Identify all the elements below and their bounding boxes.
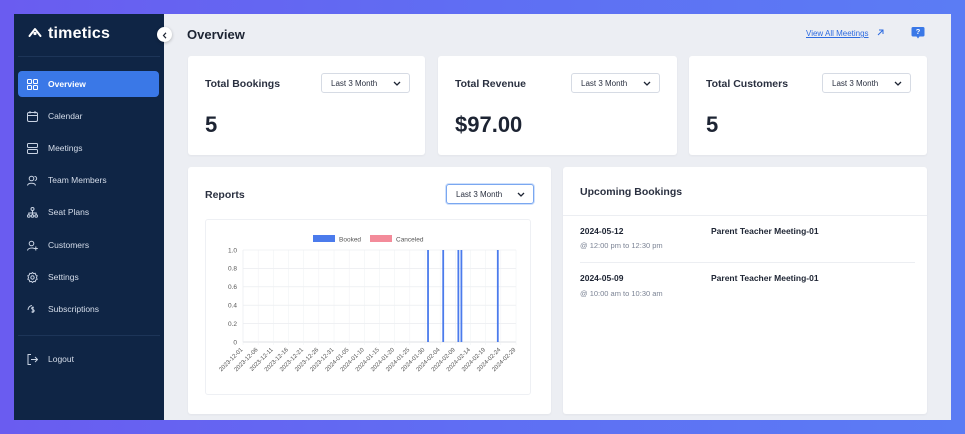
sidebar-item-seat-plans[interactable]: Seat Plans [18, 199, 159, 225]
select-value: Last 3 Month [456, 189, 503, 199]
view-all-label: View All Meetings [806, 29, 869, 38]
main-content: Overview View All Meetings ? Total Booki… [164, 14, 951, 420]
booking-time: @ 10:00 am to 10:30 am [580, 289, 663, 298]
logout-icon [27, 353, 38, 365]
date-range-select[interactable]: Last 3 Month [571, 73, 660, 93]
sidebar-item-meetings[interactable]: Meetings [18, 135, 159, 161]
booking-date: 2024-05-12 [580, 226, 624, 236]
sidebar: timetics Overview Calendar Meetings Team… [14, 14, 164, 420]
stat-title: Total Revenue [455, 78, 526, 90]
sidebar-item-settings[interactable]: Settings [18, 264, 159, 290]
reports-title: Reports [205, 189, 245, 201]
sidebar-item-label: Team Members [48, 175, 107, 185]
grid-icon [27, 78, 38, 90]
sidebar-item-subscriptions[interactable]: Subscriptions [18, 296, 159, 322]
chevron-down-icon [393, 79, 401, 88]
chevron-left-icon [162, 26, 168, 44]
booking-name: Parent Teacher Meeting-01 [711, 273, 819, 283]
y-tick-label: 1.0 [228, 247, 237, 254]
upcoming-title: Upcoming Bookings [580, 186, 683, 198]
calendar-icon [27, 110, 38, 122]
brand[interactable]: timetics [28, 25, 110, 43]
booking-name: Parent Teacher Meeting-01 [711, 226, 819, 236]
date-range-select[interactable]: Last 3 Month [822, 73, 911, 93]
reports-card: Reports Last 3 Month Booked Canceled 0 0.2 0… [188, 167, 551, 414]
legend-label: Canceled [396, 237, 424, 244]
logo-icon [28, 25, 42, 43]
booking-time: @ 12:00 pm to 12:30 pm [580, 241, 663, 250]
y-tick-label: 0.8 [228, 266, 237, 273]
sidebar-item-label: Settings [48, 272, 79, 282]
chevron-down-icon [517, 190, 525, 199]
sidebar-divider [18, 335, 160, 336]
select-value: Last 3 Month [832, 78, 879, 88]
stat-title: Total Bookings [205, 78, 281, 90]
help-label: ? [915, 27, 921, 36]
stat-title: Total Customers [706, 78, 789, 90]
select-value: Last 3 Month [581, 78, 628, 88]
y-tick-label: 0.2 [228, 321, 237, 328]
help-button[interactable]: ? [911, 26, 925, 40]
booking-date: 2024-05-09 [580, 273, 624, 283]
upcoming-bookings-card: Upcoming Bookings 2024-05-12 @ 12:00 pm … [563, 167, 927, 414]
sidebar-collapse-button[interactable] [157, 27, 172, 42]
seat-plan-icon [27, 206, 38, 218]
customers-icon [27, 240, 38, 251]
reports-date-range-select[interactable]: Last 3 Month [446, 184, 534, 204]
stat-card-total-bookings: Total Bookings Last 3 Month 5 [188, 56, 425, 155]
sidebar-item-label: Meetings [48, 143, 83, 153]
team-icon [27, 175, 38, 186]
sidebar-item-team-members[interactable]: Team Members [18, 167, 159, 193]
bookings-chart-svg: Booked Canceled00.20.40.60.81.02023-12-01… [218, 235, 518, 373]
app-frame: timetics Overview Calendar Meetings Team… [14, 14, 951, 420]
meetings-icon [27, 142, 38, 154]
sidebar-item-calendar[interactable]: Calendar [18, 103, 159, 129]
stat-card-total-customers: Total Customers Last 3 Month 5 [689, 56, 927, 155]
bar-booked [496, 250, 499, 342]
divider [580, 262, 915, 263]
sidebar-item-label: Overview [48, 79, 86, 89]
stat-value: 5 [706, 112, 719, 137]
arrow-up-right-icon [877, 29, 884, 38]
sidebar-item-overview[interactable]: Overview [18, 71, 159, 97]
logout-label: Logout [48, 354, 74, 364]
brand-name: timetics [48, 25, 111, 42]
legend-swatch-booked [313, 235, 335, 242]
stat-value: $97.00 [455, 112, 523, 137]
y-tick-label: 0.4 [228, 303, 237, 310]
date-range-select[interactable]: Last 3 Month [321, 73, 410, 93]
bar-booked [442, 250, 445, 342]
view-all-meetings-link[interactable]: View All Meetings [806, 29, 884, 38]
bookings-chart: Booked Canceled 0 0.2 0.4 0.6 0.8 1.0 2023-12-01… [205, 219, 531, 395]
stat-value: 5 [205, 112, 218, 137]
y-tick-label: 0.6 [228, 284, 237, 291]
sidebar-divider [18, 56, 160, 57]
select-value: Last 3 Month [331, 78, 378, 88]
subscription-icon [27, 304, 38, 315]
sidebar-item-customers[interactable]: Customers [18, 232, 159, 258]
legend-swatch-canceled [370, 235, 392, 242]
logout-button[interactable]: Logout [18, 346, 159, 372]
sidebar-item-label: Customers [48, 240, 90, 250]
legend-label: Booked [339, 237, 361, 244]
gear-icon [27, 271, 38, 283]
y-tick-label: 0 [233, 339, 237, 346]
sidebar-item-label: Subscriptions [48, 304, 100, 314]
stat-card-total-revenue: Total Revenue Last 3 Month $97.00 [438, 56, 677, 155]
sidebar-item-label: Seat Plans [48, 207, 90, 217]
bar-booked [427, 250, 429, 342]
page-title: Overview [187, 27, 245, 42]
chevron-down-icon [894, 79, 902, 88]
chevron-down-icon [643, 79, 651, 88]
divider [563, 215, 927, 216]
sidebar-item-label: Calendar [48, 111, 83, 121]
bar-booked [457, 250, 460, 342]
bar-booked [460, 250, 463, 342]
